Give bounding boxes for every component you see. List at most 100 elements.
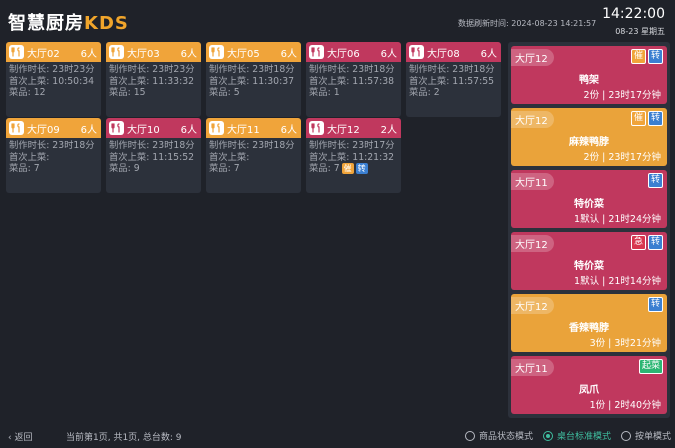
- table-card[interactable]: 大厅09 6人 制作时长: 23时18分 首次上菜: 菜品: 7: [6, 118, 101, 193]
- display-mode-selector: 商品状态模式 桌台标准模式 按单模式: [464, 429, 671, 442]
- dish-count-row: 菜品: 5: [209, 87, 240, 98]
- first-serve-row: 首次上菜: 11:57:55: [409, 75, 495, 87]
- footer-bar: ‹ 返回 当前第1页, 共1页, 总台数: 9 商品状态模式 桌台标准模式 按单模式: [0, 424, 675, 448]
- utensils-icon: [9, 45, 24, 59]
- guest-count: 6人: [480, 48, 497, 60]
- dish-ticket[interactable]: 大厅12 催转麻辣鸭脖 2份 | 23时17分钟: [511, 108, 667, 166]
- utensils-icon: [309, 121, 324, 135]
- table-card-header: 大厅12 2人: [306, 118, 401, 138]
- urge-badge[interactable]: 催: [630, 111, 646, 126]
- first-serve-row: 首次上菜: 11:21:32: [309, 151, 395, 163]
- dish-qty-time: 2份 | 23时17分钟: [583, 152, 661, 163]
- duration-row: 制作时长: 23时18分: [209, 64, 295, 75]
- mode-option[interactable]: 桌台标准模式: [542, 429, 611, 442]
- refresh-time: 数据刷新时间: 2024-08-23 14:21:57: [458, 19, 597, 28]
- transfer-badge[interactable]: 转: [647, 111, 663, 126]
- ticket-table-name: 大厅11: [511, 173, 554, 190]
- table-card[interactable]: 大厅05 6人制作时长: 23时18分 首次上菜: 11:30:37 菜品: 5: [206, 42, 301, 117]
- guest-count: 6人: [180, 124, 197, 136]
- guest-count: 6人: [280, 124, 297, 136]
- dish-count-row: 菜品: 7: [9, 163, 40, 174]
- table-name: 大厅08: [427, 48, 460, 60]
- table-card-body: 制作时长: 23时18分 首次上菜: 11:15:52 菜品: 9: [106, 138, 201, 177]
- first-serve-row: 首次上菜:: [9, 151, 50, 163]
- transfer-badge[interactable]: 转: [647, 173, 663, 188]
- table-card[interactable]: 大厅06 6人 制作时长: 23时18分 首次上菜: 11:57:38 菜品: 1: [306, 42, 401, 117]
- table-name: 大厅12: [327, 124, 360, 136]
- dish-ticket[interactable]: 大厅11 转特价菜 1默认 | 21时24分钟: [511, 170, 667, 228]
- dish-ticket[interactable]: 大厅11 起菜 凤爪 1份 | 2时40分钟: [511, 356, 667, 414]
- table-card[interactable]: 大厅12 2人 制作时长: 23时17分 首次上菜: 11:21:32 菜品: 7催转: [306, 118, 401, 193]
- dish-count-row: 菜品: 7: [209, 163, 240, 174]
- table-name: 大厅11: [227, 124, 260, 136]
- table-card[interactable]: 大厅11 6人制作时长: 23时18分 首次上菜: 菜品: 7: [206, 118, 301, 193]
- transfer-badge: 转: [355, 163, 368, 174]
- dish-qty-time: 1默认 | 21时14分钟: [574, 276, 661, 287]
- first-serve-row: 首次上菜: 11:57:38: [309, 75, 395, 87]
- table-card[interactable]: 大厅10 6人制作时长: 23时18分 首次上菜: 11:15:52 菜品: 9: [106, 118, 201, 193]
- ticket-table-name: 大厅11: [511, 359, 554, 376]
- transfer-badge[interactable]: 转: [647, 235, 663, 250]
- table-name: 大厅10: [127, 124, 160, 136]
- dish-name: 鸭架: [579, 75, 599, 86]
- utensils-icon: [409, 45, 424, 59]
- table-card-body: 制作时长: 23时18分 首次上菜: 菜品: 7: [6, 138, 101, 177]
- table-name: 大厅09: [27, 124, 60, 136]
- transfer-badge[interactable]: 转: [647, 49, 663, 64]
- urge-badge: 催: [341, 163, 354, 174]
- urge-badge[interactable]: 催: [630, 49, 646, 64]
- table-card-header: 大厅05 6人: [206, 42, 301, 62]
- dish-ticket[interactable]: 大厅12 急转特价菜 1默认 | 21时14分钟: [511, 232, 667, 290]
- duration-row: 制作时长: 23时18分: [109, 140, 195, 151]
- guest-count: 2人: [380, 124, 397, 136]
- start-badge[interactable]: 起菜: [638, 359, 663, 374]
- dish-name: 凤爪: [579, 385, 599, 396]
- dish-count-row: 菜品: 9: [109, 163, 140, 174]
- duration-row: 制作时长: 23时17分: [309, 140, 395, 151]
- transfer-badge[interactable]: 转: [647, 297, 663, 312]
- ticket-table-name: 大厅12: [511, 297, 554, 314]
- dish-ticket-panel[interactable]: 大厅12 催转鸭架 2份 | 23时17分钟 大厅12 催转麻辣鸭脖 2份 | 23时17…: [508, 42, 670, 418]
- ticket-badges: 转: [647, 173, 663, 188]
- table-card-body: 制作时长: 23时18分 首次上菜: 11:57:55 菜品: 2: [406, 62, 501, 101]
- duration-row: 制作时长: 23时18分: [309, 64, 395, 75]
- dish-name: 香辣鸭脖: [569, 323, 609, 334]
- dish-ticket[interactable]: 大厅12 催转鸭架 2份 | 23时17分钟: [511, 46, 667, 104]
- dish-name: 麻辣鸭脖: [569, 137, 609, 148]
- table-card-body: 制作时长: 23时18分 首次上菜: 菜品: 7: [206, 138, 301, 177]
- table-card-body: 制作时长: 23时18分 首次上菜: 11:57:38 菜品: 1: [306, 62, 401, 101]
- ticket-badges: 催转: [630, 49, 663, 64]
- date-weekday: 08-23 星期五: [615, 27, 665, 36]
- back-button[interactable]: ‹ 返回: [8, 430, 32, 443]
- mode-option[interactable]: 商品状态模式: [464, 429, 533, 442]
- dish-qty-time: 2份 | 23时17分钟: [583, 90, 661, 101]
- guest-count: 6人: [280, 48, 297, 60]
- dish-ticket[interactable]: 大厅12 转香辣鸭脖 3份 | 3时21分钟: [511, 294, 667, 352]
- guest-count: 6人: [380, 48, 397, 60]
- ticket-badges: 催转: [630, 111, 663, 126]
- table-card-body: 制作时长: 23时23分 首次上菜: 10:50:34 菜品: 12: [6, 62, 101, 101]
- top-bar: 智慧厨房KDS 数据刷新时间: 2024-08-23 14:21:57 14:2…: [0, 0, 675, 40]
- table-name: 大厅02: [27, 48, 60, 60]
- utensils-icon: [209, 121, 224, 135]
- ticket-table-name: 大厅12: [511, 49, 554, 66]
- table-card-header: 大厅06 6人: [306, 42, 401, 62]
- table-name: 大厅05: [227, 48, 260, 60]
- ticket-table-name: 大厅12: [511, 235, 554, 252]
- first-serve-row: 首次上菜: 10:50:34: [9, 75, 95, 87]
- table-card[interactable]: 大厅03 6人 制作时长: 23时23分 首次上菜: 11:33:32 菜品: 15: [106, 42, 201, 117]
- utensils-icon: [309, 45, 324, 59]
- table-card[interactable]: 大厅02 6人 制作时长: 23时23分 首次上菜: 10:50:34 菜品: 12: [6, 42, 101, 117]
- table-card-header: 大厅08 6人: [406, 42, 501, 62]
- table-card-header: 大厅10 6人: [106, 118, 201, 138]
- radio-icon: [620, 430, 631, 441]
- utensils-icon: [109, 45, 124, 59]
- mode-label: 按单模式: [634, 432, 671, 442]
- table-card[interactable]: 大厅08 6人制作时长: 23时18分 首次上菜: 11:57:55 菜品: 2: [406, 42, 501, 117]
- mode-option[interactable]: 按单模式: [620, 429, 671, 442]
- dish-name: 特价菜: [574, 261, 604, 272]
- hurry-badge[interactable]: 急: [630, 235, 646, 250]
- table-card-body: 制作时长: 23时18分 首次上菜: 11:30:37 菜品: 5: [206, 62, 301, 101]
- dish-count-row: 菜品: 15: [109, 87, 146, 98]
- utensils-icon: [109, 121, 124, 135]
